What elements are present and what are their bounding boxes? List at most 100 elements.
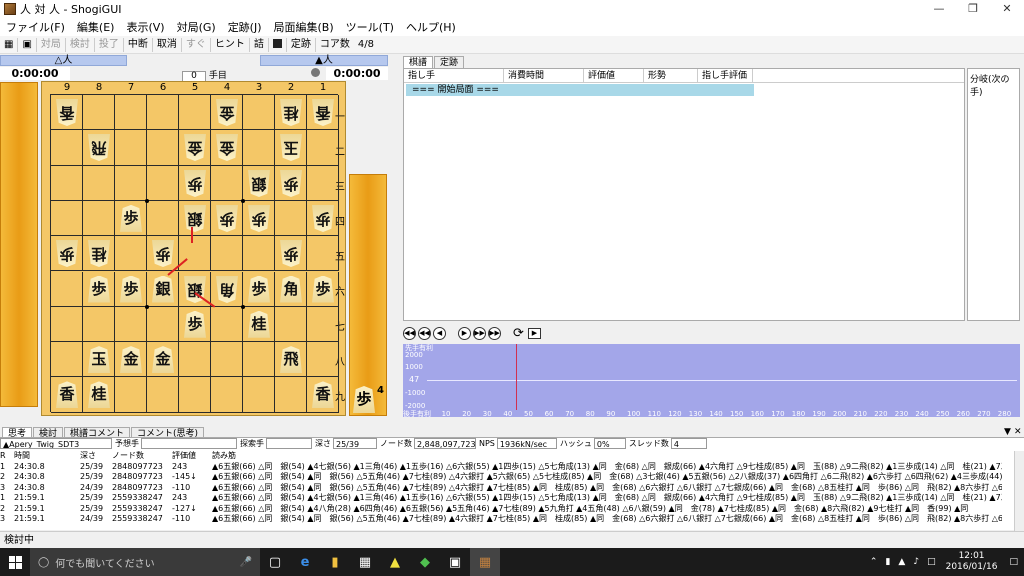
sente-piece[interactable]: 金 [152,346,174,374]
board-square[interactable] [51,165,83,201]
taskbar-clock[interactable]: 12:01 2016/01/16 [940,551,1004,573]
last-move-icon[interactable]: ▶▶ [488,327,501,340]
sente-piece[interactable]: 銀 [152,275,174,303]
board-square[interactable] [243,130,275,166]
board-square[interactable] [179,236,211,272]
board-square[interactable] [83,95,115,131]
sente-piece[interactable]: 歩 [120,204,142,232]
board-square[interactable] [83,165,115,201]
panel-menu-icon[interactable]: ▼ [1004,427,1011,437]
save-icon[interactable]: ▣ [18,37,37,52]
gote-piece[interactable]: 銀 [184,205,206,232]
stop-square-icon[interactable] [269,37,287,52]
sente-piece[interactable]: 金 [120,346,142,374]
branch-panel[interactable]: 分岐(次の手) [967,68,1020,321]
board-square[interactable] [307,165,339,201]
sente-piece[interactable]: 桂 [88,381,110,409]
board-square[interactable] [243,95,275,131]
gote-piece[interactable]: 桂 [88,240,110,267]
panel-close-icon[interactable]: ✕ [1014,427,1022,437]
shogigui-taskbar-icon[interactable]: ▦ [470,548,500,576]
edge-icon[interactable]: e [290,548,320,576]
close-icon[interactable]: ✕ [990,0,1024,18]
pv-scrollbar[interactable] [1014,451,1024,531]
kifu-list[interactable]: 指し手 消費時間 評価値 形勢 指し手評価 === 開始局面 === [403,68,965,321]
menu-board-edit[interactable]: 局面編集(B) [268,19,340,35]
gote-piece[interactable]: 香 [56,99,78,126]
gote-piece[interactable]: 歩 [280,170,302,197]
kifu-col-move[interactable]: 指し手 [404,69,504,82]
network-icon[interactable]: ▲ [894,557,909,567]
board-square[interactable] [179,95,211,131]
board-square[interactable] [307,306,339,343]
board-square[interactable] [179,377,211,413]
kento-button[interactable]: 検討 [66,37,95,52]
gote-piece[interactable]: 歩 [248,205,270,232]
gote-piece[interactable]: 歩 [152,240,174,267]
board-square[interactable] [51,200,83,237]
task-view-icon[interactable]: ▢ [260,548,290,576]
sente-piece[interactable]: 歩 [248,275,270,303]
resign-button[interactable]: 投了 [95,37,124,52]
board-square[interactable] [115,306,147,343]
board-square[interactable] [307,342,339,378]
hand-piece[interactable]: 歩 [353,386,375,413]
board-square[interactable] [211,165,243,201]
forward-ten-icon[interactable]: ▶▶ [473,327,486,340]
store-icon[interactable]: ▦ [350,548,380,576]
board-square[interactable] [147,377,179,413]
tray-chevron-icon[interactable]: ⌃ [866,557,882,567]
board-square[interactable] [243,377,275,413]
board-square[interactable] [275,200,307,237]
board-square[interactable] [307,236,339,272]
sente-piece[interactable]: 玉 [88,346,110,374]
stop-button[interactable]: 中断 [124,37,153,52]
board-square[interactable] [115,165,147,201]
board-square[interactable] [83,306,115,343]
ime-icon[interactable]: □ [923,557,940,567]
board-square[interactable] [211,342,243,378]
sente-piece[interactable]: 飛 [280,346,302,374]
board-square[interactable] [115,377,147,413]
board-square[interactable] [147,130,179,166]
menu-joseki[interactable]: 定跡(J) [222,19,268,35]
taikyoku-button[interactable]: 対局 [37,37,66,52]
gote-piece[interactable]: 歩 [184,170,206,197]
board-square[interactable] [243,342,275,378]
gote-piece[interactable]: 飛 [88,134,110,161]
menu-game[interactable]: 対局(G) [171,19,222,35]
gote-piece[interactable]: 銀 [248,170,270,197]
gote-piece[interactable]: 桂 [280,99,302,126]
gote-piece[interactable]: 歩 [56,240,78,267]
board-square[interactable] [243,236,275,272]
app-icon-white[interactable]: ▣ [440,548,470,576]
pv-row[interactable]: 2 21:59.1 25/39 2559338247 -127↓ ▲6五銀(66) △同 … [0,504,1012,515]
board-square[interactable] [179,342,211,378]
sente-piece[interactable]: 歩 [312,275,334,303]
tab-kifu[interactable]: 棋譜 [403,56,434,68]
gote-piece[interactable]: 歩 [280,240,302,267]
board-square[interactable] [51,342,83,378]
menu-tools[interactable]: ツール(T) [340,19,400,35]
sente-piece[interactable]: 歩 [120,275,142,303]
first-move-icon[interactable]: ◀◀ [403,327,416,340]
play-icon[interactable]: ▶ [527,328,541,339]
board-square[interactable] [147,165,179,201]
app-icon-green[interactable]: ◆ [410,548,440,576]
kifu-col-eval[interactable]: 評価値 [584,69,644,82]
menu-file[interactable]: ファイル(F) [0,19,71,35]
back-icon[interactable]: ◀ [433,327,446,340]
board-square[interactable] [275,306,307,343]
board-square[interactable] [211,306,243,343]
microphone-icon[interactable]: 🎤 [240,557,252,568]
new-file-icon[interactable]: ▦ [0,37,19,52]
pv-row[interactable]: 1 24:30.8 25/39 2848097723 243 ▲6五銀(66) △同 銀(… [0,462,1012,473]
board-square[interactable] [83,200,115,237]
sente-piece[interactable]: 歩 [184,310,206,338]
board-square[interactable] [211,236,243,272]
board-square[interactable] [115,95,147,131]
volume-icon[interactable]: ♪ [909,557,923,567]
pv-row[interactable]: 2 24:30.8 25/39 2848097723 -145↓ ▲6五銀(66) △同 … [0,472,1012,483]
minimize-icon[interactable]: — [922,0,956,18]
gote-piece[interactable]: 金 [216,134,238,161]
